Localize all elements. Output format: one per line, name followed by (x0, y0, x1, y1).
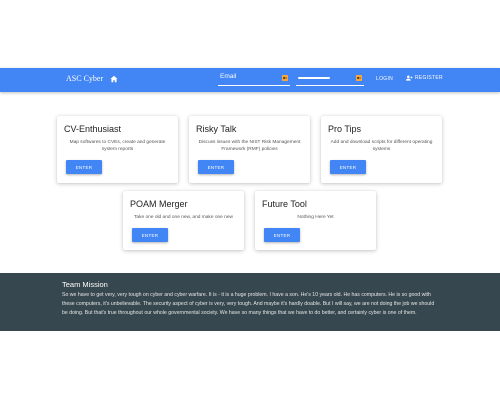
tool-card-cv-enthusiast: CV-Enthusiast Map softwares to CVEs, cre… (57, 116, 178, 183)
login-button[interactable]: LOGIN (376, 76, 393, 82)
tool-card-future-tool: Future Tool Nothing Here Yet ENTER (255, 191, 376, 250)
enter-button[interactable]: ENTER (330, 160, 366, 174)
tool-card-poam-merger: POAM Merger Take one old and one new, an… (123, 191, 244, 250)
brand-logo[interactable]: ASC Cyber (66, 74, 103, 83)
mission-statement: So we have to get very, very tough on cy… (62, 292, 435, 316)
register-label: REGISTER (415, 75, 443, 81)
home-icon[interactable] (110, 75, 118, 83)
card-title: CV-Enthusiast (64, 124, 122, 134)
password-mask (298, 77, 330, 79)
key-icon (282, 75, 288, 81)
tool-card-risky-talk: Risky Talk Discuss issues with the NIST … (189, 116, 310, 183)
card-description: Map softwares to CVEs, create and genera… (69, 140, 166, 152)
enter-button[interactable]: ENTER (264, 228, 300, 242)
enter-button[interactable]: ENTER (198, 160, 234, 174)
user-plus-icon (406, 75, 413, 81)
email-placeholder: Email (220, 73, 237, 80)
footer: Team Mission So we have to get very, ver… (0, 273, 500, 331)
key-icon (356, 75, 362, 81)
enter-button[interactable]: ENTER (132, 228, 168, 242)
card-description: Discuss issues with the NIST Risk Manage… (198, 140, 301, 152)
card-title: POAM Merger (130, 199, 188, 209)
card-title: Pro Tips (328, 124, 362, 134)
tool-card-pro-tips: Pro Tips Add and download scripts for di… (321, 116, 442, 183)
email-field[interactable]: Email (218, 72, 290, 86)
footer-title: Team Mission (62, 280, 108, 289)
card-title: Risky Talk (196, 124, 237, 134)
top-navbar: ASC Cyber Email LOGIN REGISTER (0, 68, 500, 92)
card-description: Take one old and one new, and make one n… (134, 215, 233, 220)
enter-button[interactable]: ENTER (66, 160, 102, 174)
register-button[interactable]: REGISTER (406, 75, 443, 81)
card-description: Nothing Here Yet (297, 215, 334, 220)
password-field[interactable] (296, 72, 364, 86)
card-title: Future Tool (262, 199, 307, 209)
card-description: Add and download scripts for different o… (330, 140, 433, 152)
